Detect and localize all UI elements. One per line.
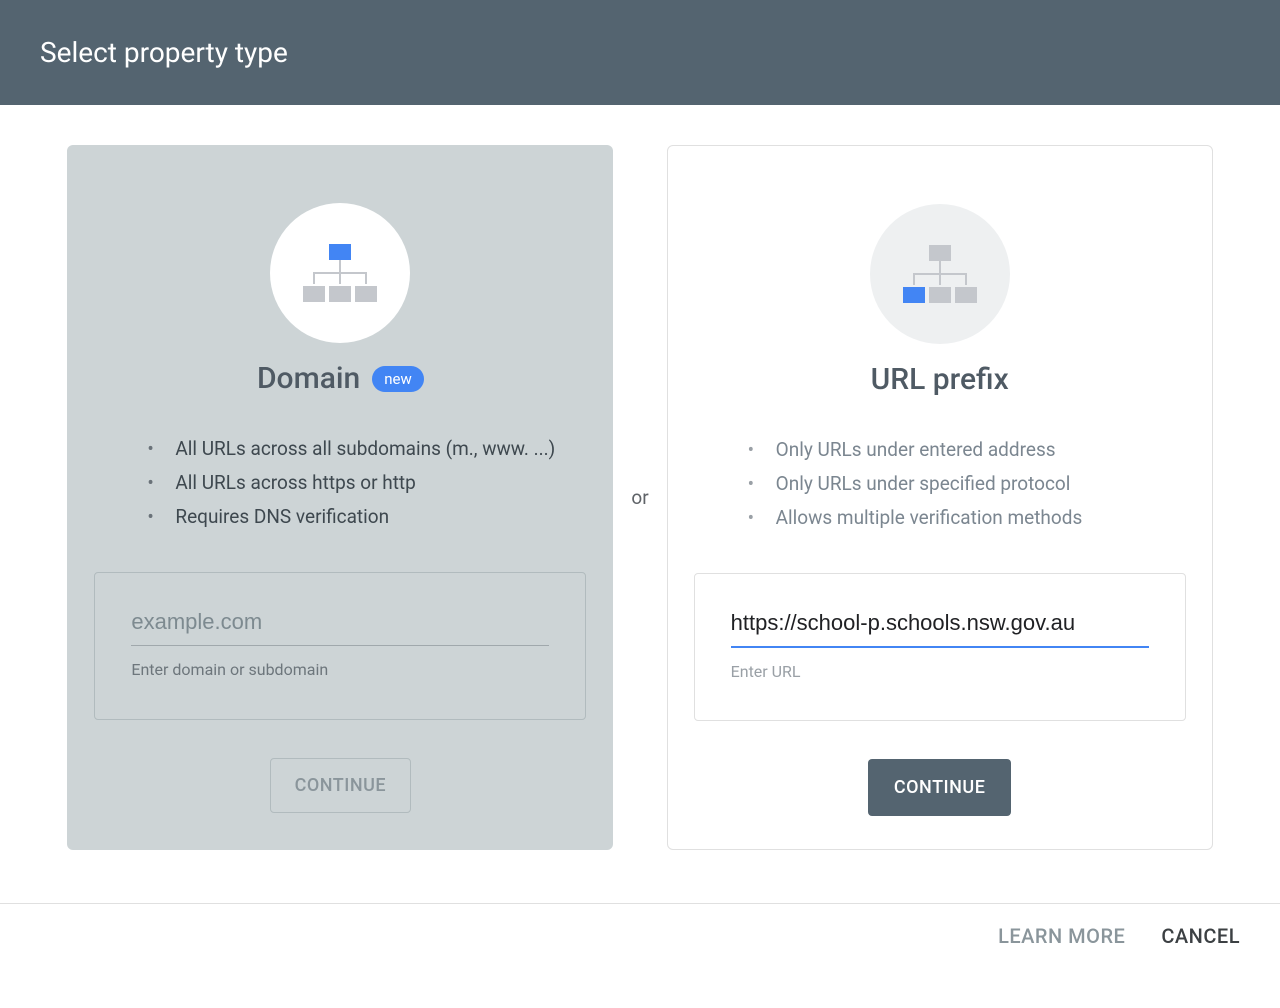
url-bullet-1: Only URLs under entered address bbox=[748, 433, 1186, 467]
url-bullets: Only URLs under entered address Only URL… bbox=[694, 433, 1186, 535]
url-continue-button[interactable]: CONTINUE bbox=[868, 759, 1011, 816]
url-prefix-card[interactable]: URL prefix Only URLs under entered addre… bbox=[667, 145, 1213, 850]
domain-input-helper: Enter domain or subdomain bbox=[131, 660, 549, 679]
domain-icon-circle bbox=[270, 203, 410, 343]
domain-title: Domain bbox=[257, 361, 360, 396]
dialog-header: Select property type bbox=[0, 0, 1280, 105]
domain-input-box: Enter domain or subdomain bbox=[94, 572, 586, 720]
content-area: Domain new All URLs across all subdomain… bbox=[0, 105, 1280, 880]
new-badge: new bbox=[372, 366, 424, 392]
domain-bullet-3: Requires DNS verification bbox=[147, 500, 587, 534]
learn-more-button[interactable]: LEARN MORE bbox=[998, 924, 1125, 948]
or-separator: or bbox=[631, 486, 648, 509]
url-input[interactable] bbox=[731, 604, 1149, 648]
domain-bullet-1: All URLs across all subdomains (m., www.… bbox=[147, 432, 587, 466]
url-bullet-2: Only URLs under specified protocol bbox=[748, 467, 1186, 501]
domain-continue-button[interactable]: CONTINUE bbox=[270, 758, 411, 813]
cancel-button[interactable]: CANCEL bbox=[1161, 924, 1240, 948]
url-input-helper: Enter URL bbox=[731, 662, 1149, 681]
domain-bullet-2: All URLs across https or http bbox=[147, 466, 587, 500]
url-title-row: URL prefix bbox=[871, 362, 1009, 397]
domain-card[interactable]: Domain new All URLs across all subdomain… bbox=[67, 145, 613, 850]
dialog-footer: LEARN MORE CANCEL bbox=[0, 903, 1280, 968]
dialog-title: Select property type bbox=[40, 36, 288, 69]
url-title: URL prefix bbox=[871, 362, 1009, 397]
sitemap-icon bbox=[903, 245, 977, 303]
domain-title-row: Domain new bbox=[257, 361, 424, 396]
domain-bullets: All URLs across all subdomains (m., www.… bbox=[93, 432, 587, 534]
sitemap-icon bbox=[303, 244, 377, 302]
url-bullet-3: Allows multiple verification methods bbox=[748, 501, 1186, 535]
url-input-box: Enter URL bbox=[694, 573, 1186, 721]
domain-input[interactable] bbox=[131, 603, 549, 646]
url-icon-circle bbox=[870, 204, 1010, 344]
